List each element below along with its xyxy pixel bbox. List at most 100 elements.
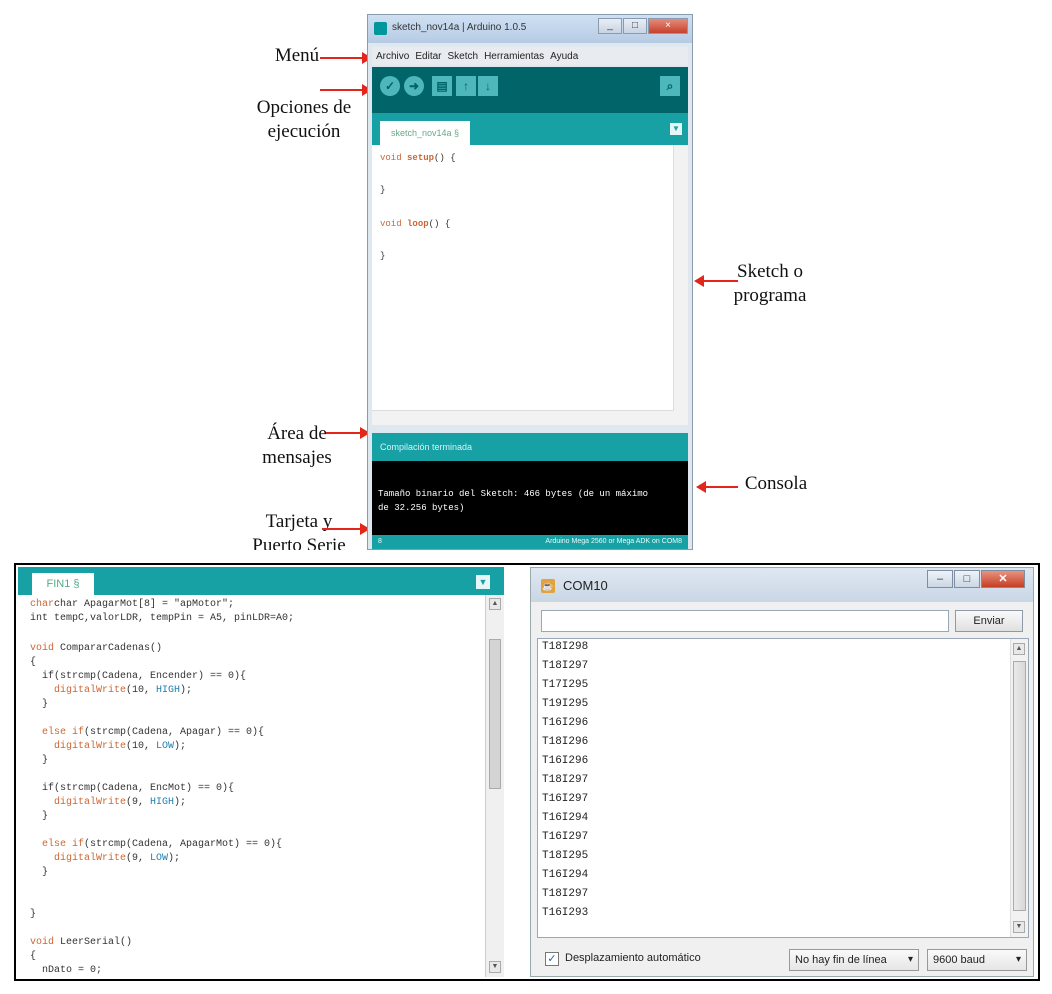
code-line: } <box>380 251 386 261</box>
code-line: { <box>30 951 37 962</box>
serial-output-line: T16I297 <box>542 831 589 843</box>
tab-menu-icon[interactable]: ▼ <box>670 123 682 135</box>
annotation-options: Opciones de ejecución <box>256 97 352 142</box>
serial-output-line: T16I294 <box>542 812 589 824</box>
autoscroll-checkbox[interactable]: ✓ <box>545 952 559 966</box>
ide-window-controls: _ □ × <box>598 18 688 34</box>
serial-output-area: T18I298 T18I297 T17I295 T19I295 T16I296 … <box>537 638 1029 938</box>
open-button[interactable]: ↑ <box>456 76 476 96</box>
serial-output-line: T16I293 <box>542 907 589 919</box>
save-button[interactable]: ↓ <box>478 76 498 96</box>
arrow-options <box>320 84 372 96</box>
code-vertical-scrollbar[interactable]: ▲ ▼ <box>485 595 504 977</box>
status-line-number: 8 <box>378 538 382 545</box>
menu-archivo[interactable]: Archivo <box>376 51 409 62</box>
serial-output-line: T16I296 <box>542 755 589 767</box>
code-editor-text[interactable]: charchar ApagarMot[8] = "apMotor"; int t… <box>18 595 486 977</box>
arrow-console <box>696 481 738 493</box>
code-line: } <box>30 811 49 822</box>
code-line: digitalWrite(9, LOW); <box>30 853 181 864</box>
panel-divider <box>504 567 530 977</box>
serial-vertical-scrollbar[interactable]: ▲ ▼ <box>1010 639 1028 937</box>
tab-sketch[interactable]: sketch_nov14a § <box>380 121 470 145</box>
arrow-menu <box>320 52 372 64</box>
code-line: void LeerSerial() <box>30 937 133 948</box>
code-line: } <box>30 909 37 920</box>
code-line: else if(strcmp(Cadena, ApagarMot) == 0){ <box>30 839 283 850</box>
verify-button[interactable]: ✓ <box>380 76 400 96</box>
annotation-messages: Área de mensajes <box>262 423 332 468</box>
editor-vertical-scrollbar[interactable] <box>673 145 688 425</box>
scroll-down-arrow-icon[interactable]: ▼ <box>489 961 501 973</box>
code-line: nDato = 0; <box>30 965 103 976</box>
annotation-sketch: Sketch o programa <box>733 261 807 306</box>
code-line: else if(strcmp(Cadena, Apagar) == 0){ <box>30 727 265 738</box>
code-line: digitalWrite(10, LOW); <box>30 741 187 752</box>
serial-window-controls: – □ ✕ <box>927 570 1025 588</box>
close-button[interactable]: × <box>648 18 688 34</box>
annotation-board: Tarjeta y Puerto Serie <box>252 511 346 550</box>
tab-menu-icon[interactable]: ▼ <box>476 575 490 589</box>
serial-monitor-window: ☕ COM10 – □ ✕ Enviar T18I298 T18I297 T17… <box>530 567 1034 977</box>
code-line: void CompararCadenas() <box>30 643 163 654</box>
send-button[interactable]: Enviar <box>955 610 1023 632</box>
code-line: } <box>30 755 49 766</box>
maximize-button[interactable]: □ <box>954 570 980 588</box>
ide-toolbar: ✓ ➜ ▤ ↑ ↓ ⌕ <box>372 67 688 113</box>
console-line: de 32.256 bytes) <box>378 503 465 513</box>
menu-herramientas[interactable]: Herramientas <box>484 51 544 62</box>
tab-fin1[interactable]: FIN1 § <box>32 573 94 595</box>
scroll-up-arrow-icon[interactable]: ▲ <box>489 598 501 610</box>
scrollbar-thumb[interactable] <box>489 639 501 789</box>
annotation-menu: Menú <box>274 45 320 66</box>
serial-output-line: T18I297 <box>542 660 589 672</box>
code-line: void setup() { <box>380 153 456 163</box>
ide-tab-bar: sketch_nov14a § ▼ <box>372 113 688 145</box>
new-button[interactable]: ▤ <box>432 76 452 96</box>
arrow-sketch <box>694 275 738 287</box>
code-line: } <box>30 699 49 710</box>
close-button[interactable]: ✕ <box>981 570 1025 588</box>
menu-ayuda[interactable]: Ayuda <box>550 51 578 62</box>
serial-output-line: T18I298 <box>542 641 589 653</box>
upload-button[interactable]: ➜ <box>404 76 424 96</box>
scroll-down-arrow-icon[interactable]: ▼ <box>1013 921 1025 933</box>
editor-horizontal-scrollbar[interactable] <box>372 410 674 425</box>
minimize-button[interactable]: _ <box>598 18 622 34</box>
serial-title-bar: ☕ COM10 – □ ✕ <box>531 568 1033 602</box>
code-editor-panel: FIN1 § ▼ charchar ApagarMot[8] = "apMoto… <box>18 567 504 977</box>
sketch-editor[interactable]: void setup() { } void loop() { } <box>372 145 688 425</box>
serial-monitor-button[interactable]: ⌕ <box>660 76 680 96</box>
serial-send-input[interactable] <box>541 610 949 632</box>
arduino-ide-window: sketch_nov14a | Arduino 1.0.5 _ □ × Arch… <box>367 14 693 550</box>
serial-output-line: T16I297 <box>542 793 589 805</box>
arrow-messages <box>326 427 370 439</box>
arrow-board <box>322 523 370 535</box>
serial-output-line: T18I295 <box>542 850 589 862</box>
autoscroll-label: Desplazamiento automático <box>565 952 701 964</box>
maximize-button[interactable]: □ <box>623 18 647 34</box>
arduino-app-icon <box>374 22 387 35</box>
code-line: void loop() { <box>380 219 451 229</box>
serial-output-line: T18I297 <box>542 774 589 786</box>
code-line: } <box>30 867 49 878</box>
serial-output-line: T18I296 <box>542 736 589 748</box>
serial-output-line: T16I296 <box>542 717 589 729</box>
ide-title-bar: sketch_nov14a | Arduino 1.0.5 _ □ × <box>368 15 692 43</box>
status-board-port: Arduino Mega 2560 or Mega ADK on COM8 <box>545 538 682 545</box>
code-line: } <box>380 185 386 195</box>
menu-editar[interactable]: Editar <box>415 51 441 62</box>
message-area: Compilación terminada <box>372 433 688 461</box>
menu-sketch[interactable]: Sketch <box>447 51 478 62</box>
annotation-console: Consola <box>744 473 808 494</box>
serial-window-title: COM10 <box>563 578 608 593</box>
line-ending-select[interactable]: No hay fin de línea <box>789 949 919 971</box>
minimize-button[interactable]: – <box>927 570 953 588</box>
baud-rate-select[interactable]: 9600 baud <box>927 949 1027 971</box>
serial-bottom-bar: ✓ Desplazamiento automático No hay fin d… <box>531 944 1033 978</box>
console-line: Tamaño binario del Sketch: 466 bytes (de… <box>378 489 649 499</box>
ide-window-title: sketch_nov14a | Arduino 1.0.5 <box>392 22 527 33</box>
code-line: charchar ApagarMot[8] = "apMotor"; <box>30 599 235 610</box>
scroll-up-arrow-icon[interactable]: ▲ <box>1013 643 1025 655</box>
scrollbar-thumb[interactable] <box>1013 661 1026 911</box>
